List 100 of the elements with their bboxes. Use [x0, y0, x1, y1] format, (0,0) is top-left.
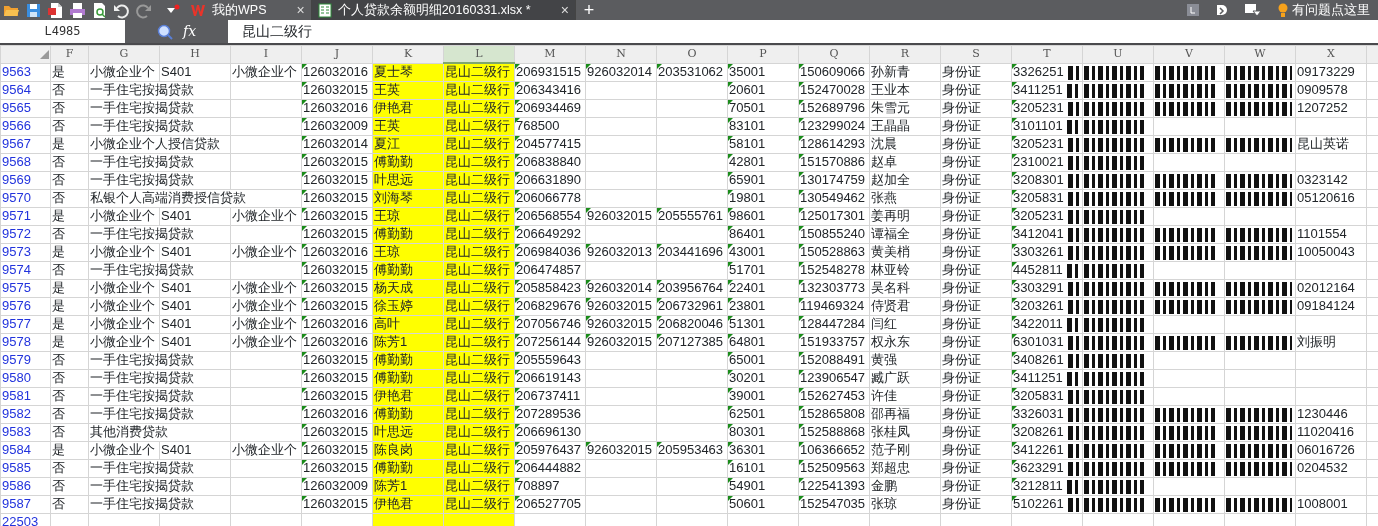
table-cell: 身份证: [940, 297, 1012, 315]
corner-triangle-icon: [40, 49, 49, 59]
table-cell: 否: [50, 387, 89, 405]
table-cell: 吴名科: [869, 279, 941, 297]
column-header[interactable]: L: [443, 45, 515, 63]
table-cell: 3212811: [1011, 477, 1083, 495]
column-header[interactable]: X: [1295, 45, 1367, 63]
table-cell: 152588868: [798, 423, 870, 441]
pdf-export-icon[interactable]: [46, 1, 64, 19]
table-cell: 3303291: [1011, 279, 1083, 297]
table-cell: 98601: [727, 207, 799, 225]
table-cell: 小微企业个: [88, 333, 160, 351]
window-tab[interactable]: 个人贷款余额明细20160331.xlsx * ×: [311, 0, 576, 20]
spreadsheet-icon: [317, 2, 332, 18]
table-cell: 152627453: [798, 387, 870, 405]
redaction-block: [1066, 83, 1081, 98]
table-cell: 一手住宅按揭贷款: [88, 171, 231, 189]
table-cell: 50601: [727, 495, 799, 513]
table-cell: 是: [50, 207, 89, 225]
table-cell: 身份证: [940, 63, 1012, 81]
d-logo-icon[interactable]: [1214, 3, 1230, 17]
help-link[interactable]: 有问题点这里: [1292, 0, 1370, 20]
table-cell: 42801: [727, 153, 799, 171]
table-cell: 126032009: [301, 117, 373, 135]
table-cell: 小微企业个: [230, 297, 302, 315]
table-cell: 128447284: [798, 315, 870, 333]
table-cell: 王晶晶: [869, 117, 941, 135]
redaction-block: [1067, 191, 1082, 206]
table-cell: 206568554: [514, 207, 586, 225]
redaction-block: [1084, 425, 1144, 440]
table-cell: 132303773: [798, 279, 870, 297]
redaction-block: [1066, 371, 1081, 386]
undo-icon[interactable]: [112, 1, 130, 19]
print-icon[interactable]: [68, 1, 86, 19]
comment-dropdown-icon[interactable]: [1244, 3, 1262, 17]
table-cell: 206444882: [514, 459, 586, 477]
table-cell: 152689796: [798, 99, 870, 117]
table-cell: 3208261: [1011, 423, 1083, 441]
table-cell: 206066778: [514, 189, 586, 207]
table-cell: 身份证: [940, 387, 1012, 405]
redaction-block: [1084, 173, 1144, 188]
table-cell: 孙新青: [869, 63, 941, 81]
column-header[interactable]: T: [1011, 45, 1083, 63]
table-cell: 4452811: [1011, 261, 1083, 279]
column-header[interactable]: J: [301, 45, 373, 63]
table-cell: 2310021: [1011, 153, 1083, 171]
table-cell: 林亚铃: [869, 261, 941, 279]
redaction-block: [1084, 191, 1144, 206]
table-cell: 否: [50, 459, 89, 477]
table-cell: 黄美梢: [869, 243, 941, 261]
table-cell: 152548278: [798, 261, 870, 279]
column-header[interactable]: S: [940, 45, 1012, 63]
table-cell: 125017301: [798, 207, 870, 225]
column-header[interactable]: Q: [798, 45, 870, 63]
table-cell: 126032009: [301, 477, 373, 495]
table-cell: 126032016: [301, 333, 373, 351]
table-cell: 206474857: [514, 261, 586, 279]
column-header[interactable]: N: [585, 45, 657, 63]
table-cell: 否: [50, 117, 89, 135]
table-cell: 一手住宅按揭贷款: [88, 495, 231, 513]
function-button[interactable]: fx: [182, 21, 197, 42]
redaction-block: [1084, 245, 1144, 260]
table-cell: 小微企业个: [230, 207, 302, 225]
column-header[interactable]: P: [727, 45, 799, 63]
column-header[interactable]: G: [88, 45, 160, 63]
column-header[interactable]: K: [372, 45, 444, 63]
column-header[interactable]: I: [230, 45, 302, 63]
document-badge-icon[interactable]: [1186, 3, 1200, 17]
table-cell: 一手住宅按揭贷款: [88, 117, 231, 135]
column-header[interactable]: R: [869, 45, 941, 63]
column-header[interactable]: W: [1224, 45, 1296, 63]
column-header[interactable]: M: [514, 45, 586, 63]
zoom-search-icon[interactable]: [156, 23, 173, 40]
table-cell: 207127385: [656, 333, 728, 351]
table-cell: 身份证: [940, 441, 1012, 459]
redaction-block: [1084, 335, 1144, 350]
table-cell: 否: [50, 81, 89, 99]
close-tab-button[interactable]: ×: [296, 0, 305, 21]
table-cell: 身份证: [940, 333, 1012, 351]
column-header[interactable]: H: [159, 45, 231, 63]
table-cell: 70501: [727, 99, 799, 117]
table-cell: 58101: [727, 135, 799, 153]
save-icon[interactable]: [24, 1, 42, 19]
close-tab-button[interactable]: ×: [560, 0, 569, 21]
column-header[interactable]: O: [656, 45, 728, 63]
table-cell: 926032015: [585, 297, 657, 315]
table-cell: 152865808: [798, 405, 870, 423]
table-cell: 3205831: [1011, 387, 1083, 405]
table-cell: 205976437: [514, 441, 586, 459]
table-cell: 身份证: [940, 243, 1012, 261]
table-cell: S401: [159, 243, 231, 261]
table-cell: 3623291: [1011, 459, 1083, 477]
table-cell: 身份证: [940, 477, 1012, 495]
column-header[interactable]: F: [50, 45, 89, 63]
column-header[interactable]: U: [1082, 45, 1154, 63]
column-header[interactable]: V: [1153, 45, 1225, 63]
redaction-block: [1084, 137, 1144, 152]
name-box[interactable]: L4985: [0, 20, 125, 43]
table-cell: 204577415: [514, 135, 586, 153]
table-cell: S401: [159, 297, 231, 315]
